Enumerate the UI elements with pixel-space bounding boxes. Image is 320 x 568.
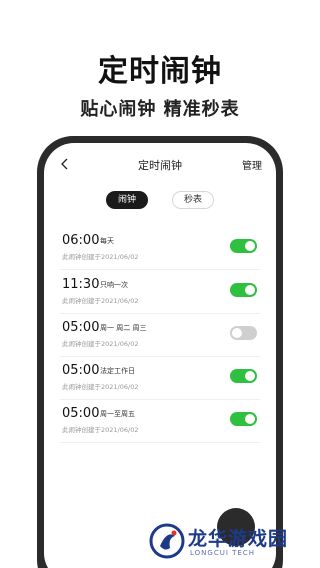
alarm-repeat: 法定工作日	[100, 367, 135, 375]
tab-stopwatch[interactable]: 秒表	[172, 191, 214, 209]
phone-screen: 定时闹钟 管理 闹钟 秒表 06:00 每天 此闹钟创建于2021/06/02 …	[44, 143, 276, 568]
watermark-logo-icon	[149, 523, 185, 559]
manage-button[interactable]: 管理	[242, 157, 262, 172]
alarm-item[interactable]: 05:00 周一 周二 周三 此闹钟创建于2021/06/02	[44, 314, 276, 357]
toggle-knob	[245, 241, 255, 251]
alarm-item[interactable]: 05:00 法定工作日 此闹钟创建于2021/06/02	[44, 357, 276, 400]
alarm-created: 此闹钟创建于2021/06/02	[62, 340, 139, 348]
alarm-toggle[interactable]	[230, 412, 257, 426]
tab-alarm[interactable]: 闹钟	[106, 191, 148, 209]
alarm-repeat: 每天	[100, 237, 114, 245]
watermark-subtitle: LONGCUI TECH	[190, 549, 255, 557]
alarm-toggle[interactable]	[230, 283, 257, 297]
alarm-item[interactable]: 05:00 周一至周五 此闹钟创建于2021/06/02	[44, 400, 276, 443]
watermark-name: 龙华游戏园	[188, 528, 289, 550]
toggle-knob	[232, 328, 242, 338]
alarm-repeat: 周一 周二 周三	[100, 324, 147, 332]
alarm-toggle[interactable]	[230, 239, 257, 253]
alarm-time: 05:00	[62, 406, 100, 421]
divider	[60, 269, 260, 270]
divider	[60, 442, 260, 443]
alarm-repeat: 周一至周五	[100, 410, 135, 418]
alarm-item[interactable]: 06:00 每天 此闹钟创建于2021/06/02	[44, 227, 276, 270]
toggle-knob	[245, 371, 255, 381]
alarm-time: 06:00	[62, 233, 100, 248]
alarm-time: 11:30	[62, 277, 100, 292]
alarm-item[interactable]: 11:30 只响一次 此闹钟创建于2021/06/02	[44, 271, 276, 314]
watermark: 龙华游戏园 LONGCUI TECH	[148, 520, 308, 564]
promo-title: 定时闹钟	[98, 54, 222, 89]
tab-bar: 闹钟 秒表	[44, 191, 276, 209]
nav-bar: 定时闹钟 管理	[44, 155, 276, 175]
alarm-created: 此闹钟创建于2021/06/02	[62, 297, 139, 305]
alarm-time: 05:00	[62, 320, 100, 335]
toggle-knob	[245, 285, 255, 295]
alarm-created: 此闹钟创建于2021/06/02	[62, 383, 139, 391]
alarm-created: 此闹钟创建于2021/06/02	[62, 253, 139, 261]
alarm-created: 此闹钟创建于2021/06/02	[62, 426, 139, 434]
alarm-time: 05:00	[62, 363, 100, 378]
toggle-knob	[245, 414, 255, 424]
alarm-toggle[interactable]	[230, 369, 257, 383]
alarm-repeat: 只响一次	[100, 281, 128, 289]
promo-subtitle: 贴心闹钟 精准秒表	[80, 99, 240, 120]
alarm-toggle[interactable]	[230, 326, 257, 340]
